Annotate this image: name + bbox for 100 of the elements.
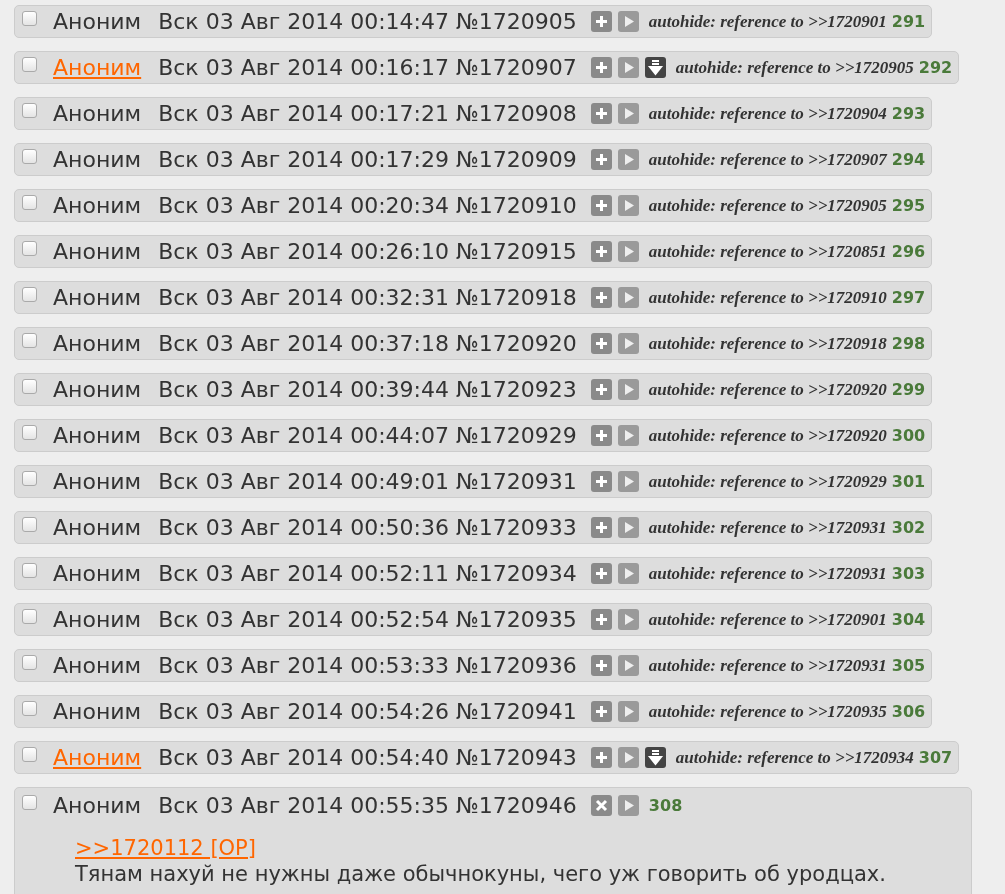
select-checkbox[interactable]: [22, 563, 37, 578]
select-checkbox[interactable]: [22, 379, 37, 394]
play-icon[interactable]: [617, 103, 639, 124]
play-icon[interactable]: [617, 241, 639, 262]
select-checkbox[interactable]: [22, 287, 37, 302]
select-checkbox[interactable]: [22, 609, 37, 624]
select-checkbox[interactable]: [22, 471, 37, 486]
select-checkbox[interactable]: [22, 747, 37, 762]
post-number[interactable]: №1720934: [456, 557, 577, 590]
play-icon[interactable]: [617, 563, 639, 584]
select-checkbox[interactable]: [22, 333, 37, 348]
post-number[interactable]: №1720907: [456, 51, 577, 84]
author-name: Аноним: [53, 652, 142, 680]
autohide-note: autohide: reference to >>1720929: [648, 470, 887, 493]
author-name: Аноним: [53, 284, 142, 312]
plus-icon[interactable]: [590, 57, 612, 78]
play-icon[interactable]: [617, 11, 639, 32]
post-number[interactable]: №1720905: [456, 5, 577, 38]
play-icon[interactable]: [617, 425, 639, 446]
autohide-note: autohide: reference to >>1720935: [648, 700, 887, 723]
post-count: 305: [891, 654, 926, 677]
post-count: 301: [891, 470, 926, 493]
download-icon[interactable]: [644, 57, 666, 78]
select-checkbox[interactable]: [22, 103, 37, 118]
plus-icon[interactable]: [590, 287, 612, 308]
post-number[interactable]: №1720929: [456, 419, 577, 452]
post-date: Вск 03 Авг 2014 00:37:18: [158, 330, 449, 358]
close-icon[interactable]: [590, 795, 612, 816]
select-checkbox[interactable]: [22, 655, 37, 670]
play-icon[interactable]: [617, 655, 639, 676]
plus-icon[interactable]: [590, 103, 612, 124]
select-checkbox[interactable]: [22, 195, 37, 210]
autohide-note: autohide: reference to >>1720901: [648, 608, 887, 631]
select-checkbox[interactable]: [22, 57, 37, 72]
plus-icon[interactable]: [590, 471, 612, 492]
autohide-note: autohide: reference to >>1720851: [648, 240, 887, 263]
autohide-note: autohide: reference to >>1720907: [648, 148, 887, 171]
plus-icon[interactable]: [590, 655, 612, 676]
play-icon[interactable]: [617, 287, 639, 308]
play-icon[interactable]: [617, 795, 639, 816]
post-number[interactable]: №1720918: [456, 281, 577, 314]
post-number[interactable]: №1720936: [456, 649, 577, 682]
select-checkbox[interactable]: [22, 241, 37, 256]
author-name: Аноним: [53, 468, 142, 496]
author-name: Аноним: [53, 238, 142, 266]
play-icon[interactable]: [617, 333, 639, 354]
autohide-note: autohide: reference to >>1720904: [648, 102, 887, 125]
select-checkbox[interactable]: [22, 701, 37, 716]
plus-icon[interactable]: [590, 701, 612, 722]
download-icon[interactable]: [644, 747, 666, 768]
author-name: Аноним: [53, 606, 142, 634]
post-number[interactable]: №1720915: [456, 235, 577, 268]
plus-icon[interactable]: [590, 241, 612, 262]
plus-icon[interactable]: [590, 609, 612, 630]
post-number[interactable]: №1720943: [456, 741, 577, 774]
play-icon[interactable]: [617, 379, 639, 400]
play-icon[interactable]: [617, 57, 639, 78]
plus-icon[interactable]: [590, 747, 612, 768]
plus-icon[interactable]: [590, 149, 612, 170]
plus-icon[interactable]: [590, 333, 612, 354]
select-checkbox[interactable]: [22, 11, 37, 26]
play-icon[interactable]: [617, 701, 639, 722]
author-name: Аноним: [53, 514, 142, 542]
post-number[interactable]: №1720908: [456, 97, 577, 130]
post-number[interactable]: №1720946: [456, 789, 577, 822]
post-number[interactable]: №1720910: [456, 189, 577, 222]
play-icon[interactable]: [617, 609, 639, 630]
post-number[interactable]: №1720933: [456, 511, 577, 544]
play-icon[interactable]: [617, 195, 639, 216]
select-checkbox[interactable]: [22, 795, 37, 810]
select-checkbox[interactable]: [22, 425, 37, 440]
plus-icon[interactable]: [590, 195, 612, 216]
play-icon[interactable]: [617, 747, 639, 768]
post-number[interactable]: №1720909: [456, 143, 577, 176]
post-count: 296: [891, 240, 926, 263]
post-number[interactable]: №1720935: [456, 603, 577, 636]
plus-icon[interactable]: [590, 517, 612, 538]
play-icon[interactable]: [617, 149, 639, 170]
play-icon[interactable]: [617, 471, 639, 492]
post-date: Вск 03 Авг 2014 00:16:17: [158, 54, 449, 82]
post-count: 294: [891, 148, 926, 171]
post-number[interactable]: №1720931: [456, 465, 577, 498]
select-checkbox[interactable]: [22, 149, 37, 164]
plus-icon[interactable]: [590, 379, 612, 400]
post-count: 306: [891, 700, 926, 723]
post-count: 302: [891, 516, 926, 539]
plus-icon[interactable]: [590, 11, 612, 32]
post-count: 293: [891, 102, 926, 125]
autohide-note: autohide: reference to >>1720934: [675, 746, 914, 769]
plus-icon[interactable]: [590, 563, 612, 584]
post-date: Вск 03 Авг 2014 00:49:01: [158, 468, 449, 496]
post-number[interactable]: №1720941: [456, 695, 577, 728]
post-number[interactable]: №1720923: [456, 373, 577, 406]
post-count: 299: [891, 378, 926, 401]
select-checkbox[interactable]: [22, 517, 37, 532]
post-date: Вск 03 Авг 2014 00:39:44: [158, 376, 449, 404]
autohide-note: autohide: reference to >>1720931: [648, 562, 887, 585]
plus-icon[interactable]: [590, 425, 612, 446]
post-number[interactable]: №1720920: [456, 327, 577, 360]
play-icon[interactable]: [617, 517, 639, 538]
